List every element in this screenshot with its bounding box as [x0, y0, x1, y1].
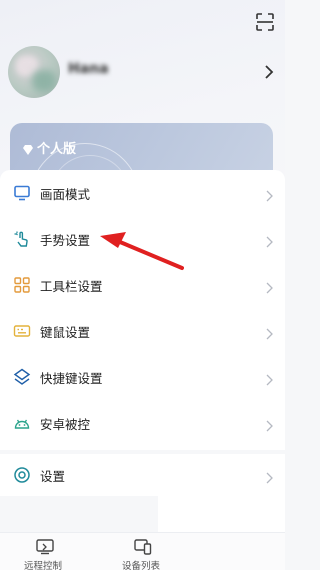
annotation-arrow-icon [98, 228, 184, 272]
layers-shortcut-icon [13, 368, 31, 386]
settings-row[interactable]: 设置 [0, 454, 285, 496]
nav-remote-control[interactable]: 远程控制 [20, 537, 80, 570]
nav-label: 设备列表 [122, 561, 161, 570]
username: Hana [68, 61, 109, 77]
menu-item-label: 键鼠设置 [40, 325, 91, 340]
chevron-right-icon [266, 233, 273, 248]
android-icon [13, 414, 31, 432]
chevron-right-icon [266, 469, 273, 484]
nav-device-list[interactable]: 设备列表 [122, 537, 182, 570]
menu-item-label: 快捷键设置 [40, 371, 103, 386]
remote-screen-icon [36, 539, 54, 555]
devices-icon [134, 539, 152, 555]
toolbar-grid-icon [13, 276, 31, 294]
profile-row[interactable]: Hana [8, 46, 278, 98]
menu-item-label: 工具栏设置 [40, 279, 103, 294]
scan-icon[interactable] [255, 12, 275, 32]
chevron-right-icon [266, 187, 273, 202]
keyboard-icon [13, 322, 31, 340]
menu-item-settings[interactable]: 设置 [0, 454, 285, 496]
gesture-hand-icon [13, 230, 31, 248]
settings-ring-icon [13, 466, 31, 484]
chevron-right-icon [266, 325, 273, 340]
vip-label: 个人版 [37, 142, 77, 157]
chevron-right-icon [266, 417, 273, 432]
chevron-right-icon [266, 371, 273, 386]
nav-label: 远程控制 [24, 561, 63, 570]
settings-menu: 画面模式 手势设置 工具栏设置 键鼠设置 快捷键设置 安卓被控 [0, 170, 285, 450]
bottom-navigation: 远程控制 设备列表 [0, 532, 285, 570]
menu-item-android-controlled[interactable]: 安卓被控 [0, 400, 285, 446]
menu-item-display-mode[interactable]: 画面模式 [0, 170, 285, 216]
chevron-right-icon [266, 279, 273, 294]
blank-panel [158, 496, 285, 532]
menu-item-label: 安卓被控 [40, 417, 91, 432]
menu-item-label: 画面模式 [40, 187, 91, 202]
menu-item-keyboard-mouse-settings[interactable]: 键鼠设置 [0, 308, 285, 354]
chevron-right-icon [264, 64, 274, 80]
menu-item-shortcut-settings[interactable]: 快捷键设置 [0, 354, 285, 400]
monitor-icon [13, 184, 31, 202]
avatar[interactable] [8, 46, 60, 98]
menu-item-label: 手势设置 [40, 233, 91, 248]
menu-item-label: 设置 [40, 469, 66, 484]
diamond-icon [22, 141, 34, 155]
